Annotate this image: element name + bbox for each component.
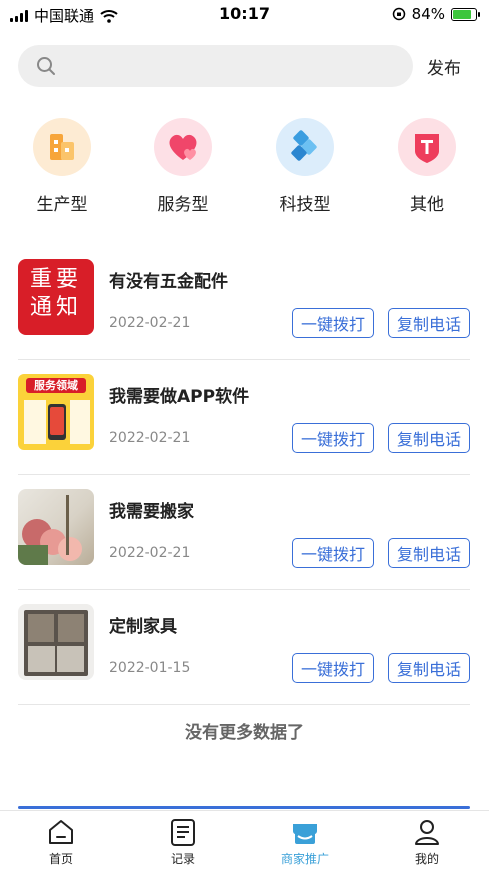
category-other[interactable]: 其他: [377, 118, 477, 215]
status-right: 84%: [392, 5, 480, 23]
item-date: 2022-01-15: [109, 660, 191, 676]
moving-thumbnail: [18, 489, 94, 565]
battery-icon: [451, 7, 480, 21]
category-label: 生产型: [36, 195, 88, 215]
furniture-thumbnail: [18, 604, 94, 680]
publish-button[interactable]: 发布: [427, 54, 461, 79]
call-button[interactable]: 一键拨打: [292, 423, 374, 453]
status-bar: 中国联通 10:17 84%: [0, 0, 489, 30]
category-grid: 生产型 服务型 科技型 其他: [0, 118, 489, 218]
user-icon: [412, 817, 442, 847]
home-icon: [46, 817, 76, 847]
battery-level: [453, 9, 472, 19]
post-list: 重要 通知 有没有五金配件 2022-02-21 一键拨打 复制电话 服务领域 …: [18, 245, 470, 705]
category-label: 服务型: [157, 195, 209, 215]
search-input[interactable]: [64, 57, 384, 75]
rotation-lock-icon: [392, 7, 405, 21]
item-date: 2022-02-21: [109, 315, 191, 331]
list-item[interactable]: 定制家具 2022-01-15 一键拨打 复制电话: [18, 590, 470, 705]
item-title: 有没有五金配件: [109, 272, 228, 292]
item-title: 我需要做APP软件: [109, 387, 250, 407]
copy-phone-button[interactable]: 复制电话: [388, 308, 470, 338]
tab-label: 我的: [414, 852, 439, 866]
t-badge-icon: [398, 118, 456, 176]
category-service[interactable]: 服务型: [133, 118, 233, 215]
notice-thumbnail: 重要 通知: [18, 259, 94, 335]
list-item[interactable]: 服务领域 我需要做APP软件 2022-02-21 一键拨打 复制电话: [18, 360, 470, 475]
call-button[interactable]: 一键拨打: [292, 538, 374, 568]
battery-percent: 84%: [411, 5, 445, 23]
tab-label: 记录: [170, 852, 195, 866]
copy-phone-button[interactable]: 复制电话: [388, 538, 470, 568]
category-label: 科技型: [279, 195, 331, 215]
copy-phone-button[interactable]: 复制电话: [388, 423, 470, 453]
category-label: 其他: [410, 195, 444, 215]
thumb-text: 重要: [29, 267, 82, 292]
search-row: 发布: [18, 45, 472, 87]
call-button[interactable]: 一键拨打: [292, 653, 374, 683]
heart-icon: [154, 118, 212, 176]
record-icon: [168, 817, 198, 847]
list-item[interactable]: 重要 通知 有没有五金配件 2022-02-21 一键拨打 复制电话: [18, 245, 470, 360]
copy-phone-button[interactable]: 复制电话: [388, 653, 470, 683]
no-more-data: 没有更多数据了: [185, 723, 304, 743]
bottom-tab-bar: 首页 记录 商家推广 我的: [0, 810, 489, 875]
search-icon: [37, 57, 55, 75]
tab-label: 商家推广: [280, 852, 329, 866]
search-box[interactable]: [18, 45, 413, 87]
tech-icon: [276, 118, 334, 176]
item-date: 2022-02-21: [109, 430, 191, 446]
building-icon: [33, 118, 91, 176]
shop-icon: [290, 817, 320, 847]
call-button[interactable]: 一键拨打: [292, 308, 374, 338]
item-title: 我需要搬家: [109, 502, 194, 522]
list-item[interactable]: 我需要搬家 2022-02-21 一键拨打 复制电话: [18, 475, 470, 590]
tab-label: 首页: [48, 852, 73, 866]
item-title: 定制家具: [109, 617, 177, 637]
service-thumbnail: 服务领域: [18, 374, 94, 450]
tab-mine[interactable]: 我的: [382, 817, 472, 867]
thumb-text: 服务领域: [26, 378, 86, 393]
tab-records[interactable]: 记录: [138, 817, 228, 867]
category-tech[interactable]: 科技型: [255, 118, 355, 215]
thumb-text: 通知: [29, 295, 82, 320]
category-production[interactable]: 生产型: [12, 118, 112, 215]
tab-home[interactable]: 首页: [16, 817, 106, 867]
tab-merchant-promo[interactable]: 商家推广: [260, 817, 350, 867]
item-date: 2022-02-21: [109, 545, 191, 561]
tabbar-accent-line: [18, 806, 470, 809]
